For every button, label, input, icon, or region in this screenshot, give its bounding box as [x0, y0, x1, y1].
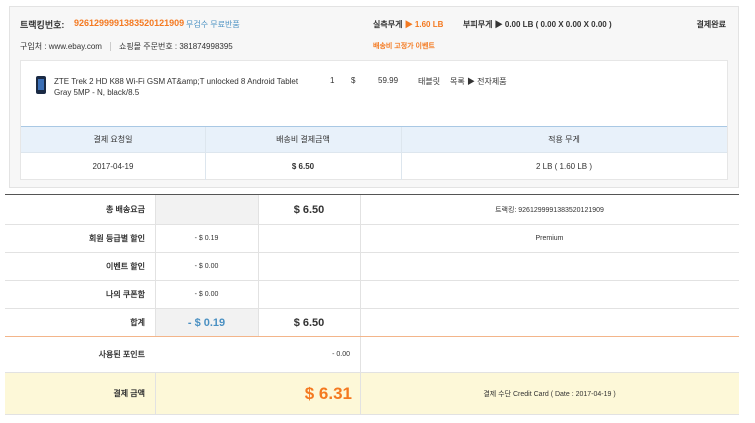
divider [155, 281, 156, 308]
divider [360, 309, 361, 336]
event-discount-amount: - $ 0.00 [194, 263, 219, 270]
divider [360, 225, 361, 252]
subtotal-discount: - $ 0.19 [155, 309, 258, 336]
divider [155, 253, 156, 280]
divider [360, 281, 361, 308]
divider [360, 253, 361, 280]
divider [360, 337, 361, 372]
status-badge: 결제완료 [696, 20, 726, 29]
total-shipping-tracking: 트랙킹: 9261299991383520121909 [495, 206, 604, 214]
divider [258, 309, 259, 336]
header-request-date: 결제 요청일 [93, 135, 133, 144]
payment-label: 결제 금액 [113, 389, 145, 398]
tracking-number[interactable]: 92612999913835201219​09 [74, 18, 184, 28]
payment-table-row: 2017-04-19 $ 6.50 2 LB ( 1.60 LB ) [21, 153, 727, 180]
item-row: ZTE Trek 2 HD K88 Wi-Fi GSM AT&amp;T unl… [21, 61, 727, 123]
divider [360, 373, 361, 414]
payment-table: 결제 요청일 배송비 결제금액 적용 무게 2017-04-19 $ 6.50 … [21, 126, 727, 180]
order-header: 트랙킹번호: 92612999913835201219​09 무검수 무료반품 … [20, 18, 728, 32]
actual-weight: 실측무게 ▶ 1.60 LB [373, 19, 443, 30]
payment-table-header: 결제 요청일 배송비 결제금액 적용 무게 [21, 126, 727, 153]
member-discount-label: 회원 등급별 할인 [89, 234, 145, 243]
tracking-label: 트랙킹번호: [20, 20, 65, 30]
item-qty: 1 [330, 76, 335, 85]
arrow-right-icon: ▶ [404, 20, 413, 29]
item-name: ZTE Trek 2 HD K88 Wi-Fi GSM AT&amp;T unl… [54, 77, 299, 97]
divider [155, 195, 156, 224]
item-category-path: 목록 ▶ 전자제품 [450, 77, 507, 86]
divider [258, 195, 259, 224]
event-discount-label: 이벤트 할인 [105, 262, 145, 271]
request-date: 2017-04-19 [92, 162, 134, 171]
summary-row-event-discount: 이벤트 할인 - $ 0.00 [5, 253, 739, 281]
member-grade: Premium [535, 235, 564, 242]
summary-row-total-shipping: 총 배송요금 $ 6.50 트랙킹: 926129999138352012190… [5, 195, 739, 225]
summary-row-payment: 결제 금액 $ 6.31 결제 수단 Credit Card ( Date : … [5, 373, 739, 415]
payment-summary: 총 배송요금 $ 6.50 트랙킹: 926129999138352012190… [5, 194, 739, 416]
points-label: 사용된 포인트 [98, 350, 145, 359]
divider [258, 281, 259, 308]
applied-weight: 2 LB ( 1.60 LB ) [535, 162, 593, 171]
summary-row-coupon: 나의 쿠폰함 - $ 0.00 [5, 281, 739, 309]
shipping-amount: $ 6.50 [291, 162, 315, 171]
item-category: 태블릿 [418, 77, 441, 86]
payment-amount: $ 6.31 [304, 383, 352, 403]
total-shipping-empty [155, 195, 258, 224]
total-shipping-amount: $ 6.50 [293, 203, 325, 216]
item-panel: ZTE Trek 2 HD K88 Wi-Fi GSM AT&amp;T unl… [20, 60, 728, 180]
item-price: 59.99 [378, 76, 399, 85]
header-applied-weight: 적용 무게 [548, 135, 580, 144]
subtotal-amount: $ 6.50 [293, 316, 325, 329]
shipping-event-label: 배송비 고정가 이벤트 [373, 43, 435, 50]
mall-order-number: 쇼핑몰 주문번호 : 381874998395 [118, 42, 233, 51]
member-discount-empty [258, 225, 360, 252]
volume-weight: 부피무게 ▶ 0.00 LB ( 0.00 X 0.00 X 0.00 ) [463, 20, 612, 29]
payment-method: 결제 수단 Credit Card ( Date : 2017-04-19 ) [483, 390, 616, 398]
order-meta: 구입처 : www.ebay.com 쇼핑몰 주문번호 : 38187499839… [20, 41, 728, 53]
header-shipping-amount: 배송비 결제금액 [276, 135, 330, 144]
member-discount-amount: - $ 0.19 [194, 235, 219, 242]
divider [155, 373, 156, 414]
purchase-site: 구입처 : www.ebay.com 쇼핑몰 주문번호 : 38187499839… [20, 41, 233, 52]
purchase-site-text: 구입처 : www.ebay.com [20, 42, 102, 51]
item-currency: $ [351, 76, 356, 85]
coupon-label[interactable]: 나의 쿠폰함 [5, 281, 155, 308]
summary-row-member-discount: 회원 등급별 할인 - $ 0.19 Premium [5, 225, 739, 253]
divider [258, 253, 259, 280]
coupon-amount: - $ 0.00 [194, 291, 219, 298]
order-panel: 트랙킹번호: 92612999913835201219​09 무검수 무료반품 … [9, 6, 739, 188]
divider [155, 225, 156, 252]
subtotal-label: 합계 [130, 318, 145, 327]
free-return-link[interactable]: 무검수 무료반품 [186, 19, 240, 30]
actual-weight-label: 실측무게 [373, 20, 403, 29]
divider [258, 225, 259, 252]
actual-weight-value: 1.60 LB [414, 20, 444, 29]
divider [109, 42, 111, 52]
summary-row-subtotal: 합계 - $ 0.19 $ 6.50 [5, 309, 739, 337]
summary-row-points: 사용된 포인트 - 0.00 [5, 337, 739, 373]
total-shipping-label: 총 배송요금 [105, 205, 145, 214]
divider [155, 309, 156, 336]
tablet-icon [36, 76, 46, 94]
points-amount: - 0.00 [332, 351, 350, 358]
divider [360, 195, 361, 224]
